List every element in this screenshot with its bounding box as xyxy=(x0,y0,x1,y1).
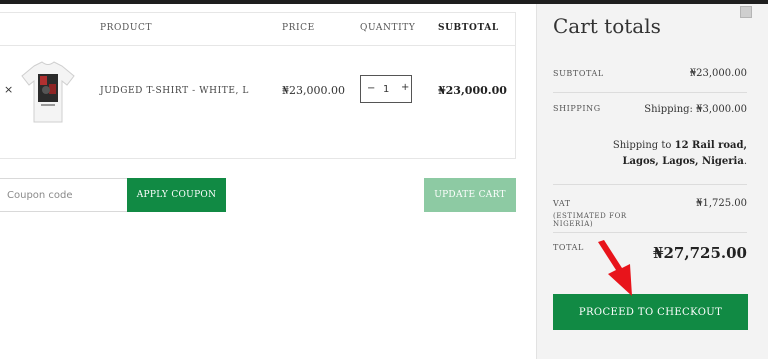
vat-label-group: VAT (ESTIMATED FOR NIGERIA) xyxy=(553,199,643,228)
user-icon[interactable] xyxy=(740,6,752,18)
shipping-to-prefix: Shipping to xyxy=(612,140,672,151)
vat-label: VAT xyxy=(553,199,571,208)
order-total-value: ₦27,725.00 xyxy=(653,244,747,262)
column-header-quantity: QUANTITY xyxy=(360,23,416,33)
coupon-code-input[interactable] xyxy=(0,178,128,212)
cart-totals-title: Cart totals xyxy=(553,14,661,38)
subtotal-value: ₦23,000.00 xyxy=(689,68,747,79)
total-label: TOTAL xyxy=(553,243,584,252)
totals-divider xyxy=(553,232,747,233)
shipping-destination: Shipping to 12 Rail road, Lagos, Lagos, … xyxy=(612,140,747,167)
red-arrow-icon xyxy=(598,240,632,296)
column-header-price: PRICE xyxy=(282,23,315,33)
increase-quantity-button[interactable]: + xyxy=(401,82,409,93)
header-divider xyxy=(0,45,516,46)
apply-coupon-button[interactable]: APPLY COUPON xyxy=(127,178,226,212)
row-subtotal: ₦23,000.00 xyxy=(438,84,507,97)
update-cart-button[interactable]: UPDATE CART xyxy=(424,178,516,212)
subtotal-label: SUBTOTAL xyxy=(553,69,604,78)
vat-value: ₦1,725.00 xyxy=(696,198,747,209)
product-price: ₦23,000.00 xyxy=(282,84,345,97)
shipping-value: Shipping: ₦3,000.00 xyxy=(644,104,747,115)
column-header-subtotal: SUBTOTAL xyxy=(438,23,499,33)
decrease-quantity-button[interactable]: − xyxy=(367,83,375,94)
quantity-stepper[interactable]: − 1 + xyxy=(360,75,412,103)
product-name-link[interactable]: JUDGED T-SHIRT - WHITE, L xyxy=(100,86,249,96)
totals-divider xyxy=(553,92,747,93)
shipping-label: SHIPPING xyxy=(553,104,601,113)
totals-divider xyxy=(553,184,747,185)
remove-item-icon[interactable]: × xyxy=(4,83,13,96)
column-header-product: PRODUCT xyxy=(100,23,153,33)
tshirt-thumbnail[interactable] xyxy=(20,60,76,124)
vat-note: (ESTIMATED FOR NIGERIA) xyxy=(553,212,627,228)
quantity-value[interactable]: 1 xyxy=(383,84,389,95)
proceed-to-checkout-button[interactable]: PROCEED TO CHECKOUT xyxy=(553,294,748,330)
